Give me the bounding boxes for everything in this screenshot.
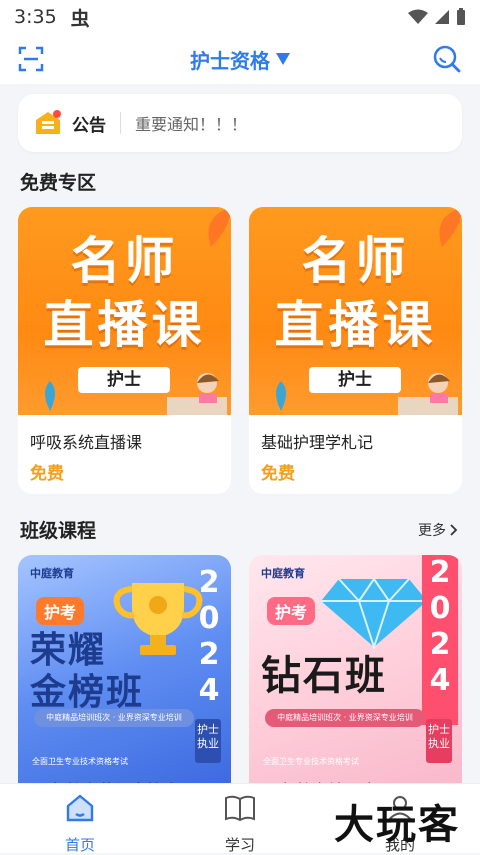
- top-nav: 护士资格: [0, 34, 480, 84]
- notice-label: 公告: [72, 115, 106, 136]
- year-digit: 2: [198, 565, 220, 600]
- exam-selector[interactable]: 护士资格: [190, 45, 290, 74]
- free-section-title: 免费专区: [20, 172, 97, 194]
- course-ribbon: 中庭精品培训班次 · 业界资深专业培训: [265, 709, 425, 727]
- free-course-card[interactable]: 名师 直播课 护士 基础护理学札记 免费: [249, 207, 462, 494]
- book-icon: [225, 795, 255, 822]
- home-icon: [66, 794, 94, 822]
- wifi-icon: [408, 9, 428, 24]
- status-bar: 3:35 虫: [0, 0, 480, 34]
- chevron-right-icon: [450, 524, 458, 536]
- course-footnote: 全面卫生专业技术资格考试: [32, 757, 128, 766]
- year-digit: 0: [429, 591, 451, 626]
- plant-decoration: [276, 381, 286, 411]
- plant-decoration: [45, 381, 55, 411]
- class-course-card[interactable]: 中庭教育 护考 钻石班 2 0 2 4 中庭精品培训班次 · 业界资深专业培训 …: [249, 555, 462, 785]
- notice-icon: [36, 110, 61, 134]
- course-headline: 金榜班: [30, 672, 145, 713]
- app-notification-icon: 虫: [70, 7, 90, 30]
- banner-line1: 名师: [301, 232, 410, 290]
- tab-home[interactable]: 首页: [30, 792, 130, 855]
- watermark: 大玩客: [334, 801, 460, 848]
- course-name: 呼吸系统直播课: [30, 433, 143, 452]
- search-icon[interactable]: [432, 44, 462, 74]
- scan-icon[interactable]: [18, 46, 44, 72]
- signal-icon: [435, 10, 449, 24]
- more-label: 更多: [418, 523, 446, 539]
- course-name: 基础护理学札记: [261, 433, 374, 452]
- year-digit: 4: [429, 663, 451, 698]
- diamond-icon: [321, 577, 427, 649]
- brand-logo: 中庭教育: [261, 567, 305, 580]
- course-banner: 名师 直播课 护士: [18, 207, 231, 415]
- course-headline: 钻石班: [261, 653, 387, 699]
- notice-text: 重要通知！！！: [135, 115, 248, 134]
- course-stamp: 护士执业: [195, 719, 221, 763]
- year-digits: 2 0 2 4: [191, 565, 227, 709]
- exam-title: 护士资格: [190, 48, 270, 73]
- banner-line1: 名师: [70, 232, 179, 290]
- course-ribbon: 中庭精品培训班次 · 业界资深专业培训: [34, 709, 194, 727]
- year-digit: 2: [429, 627, 451, 662]
- year-digit: 2: [198, 637, 220, 672]
- tab-label: 学习: [224, 836, 255, 854]
- banner-line2: 直播课: [274, 296, 437, 354]
- course-stamp: 护士执业: [426, 719, 452, 763]
- student-illustration: [167, 373, 227, 415]
- course-tag: 护考: [267, 597, 316, 625]
- course-banner: 名师 直播课 护士: [249, 207, 462, 415]
- course-price: 免费: [30, 464, 64, 484]
- year-digits: 2 0 2 4: [422, 555, 458, 725]
- battery-icon: [457, 8, 465, 25]
- notice-bar[interactable]: 公告 重要通知！！！: [18, 94, 462, 152]
- divider: [120, 112, 121, 134]
- year-digit: 0: [198, 601, 220, 636]
- banner-tag: 护士: [309, 367, 401, 393]
- class-section-title: 班级课程: [20, 520, 97, 542]
- free-course-card[interactable]: 名师 直播课 护士 呼吸系统直播课 免费: [18, 207, 231, 494]
- tab-label: 首页: [64, 836, 95, 854]
- course-price: 免费: [261, 464, 295, 484]
- banner-tag: 护士: [78, 367, 170, 393]
- dropdown-triangle-icon: [276, 53, 290, 65]
- year-digit: 2: [429, 555, 451, 590]
- brand-logo: 中庭教育: [30, 567, 74, 580]
- status-time: 3:35: [14, 6, 57, 28]
- year-digit: 4: [198, 673, 220, 708]
- course-footnote: 全面卫生专业技术资格考试: [263, 757, 359, 766]
- tab-study[interactable]: 学习: [190, 792, 290, 855]
- student-illustration: [398, 373, 458, 415]
- banner-line2: 直播课: [43, 296, 206, 354]
- more-link[interactable]: 更多: [418, 520, 458, 540]
- class-course-card[interactable]: 中庭教育 护考 荣耀 金榜班 2 0 2 4 中庭精品培训班次 · 业界资深专业…: [18, 555, 231, 785]
